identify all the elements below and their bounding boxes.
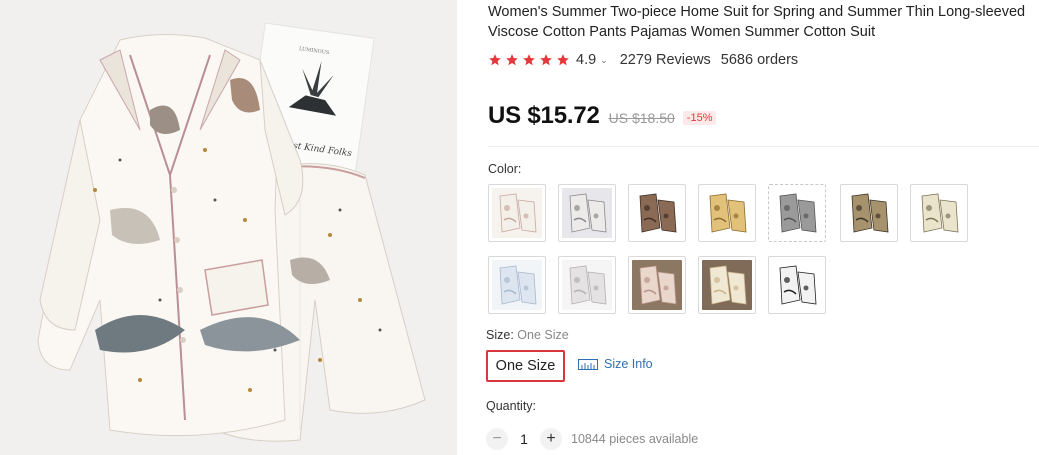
color-swatch-brown-print[interactable]: [628, 184, 686, 242]
size-selected-value: One Size: [517, 328, 569, 342]
swatch-thumbnail: [632, 188, 682, 238]
swatch-thumbnail: [492, 260, 542, 310]
quantity-label: Quantity:: [486, 399, 537, 413]
color-swatch-khaki-print[interactable]: [840, 184, 898, 242]
original-price: US $18.50: [608, 110, 675, 126]
discount-badge: -15%: [682, 111, 717, 125]
color-swatch-gold-print[interactable]: [698, 184, 756, 242]
price-row: US $15.72 US $18.50 -15%: [488, 102, 717, 130]
star-icon: [489, 54, 501, 66]
color-swatch-light-blue[interactable]: [488, 256, 546, 314]
color-swatch-pink-on-brown[interactable]: [628, 256, 686, 314]
chevron-down-icon[interactable]: ⌄: [600, 55, 608, 66]
swatch-thumbnail: [772, 260, 822, 310]
size-info-link[interactable]: Size Info: [578, 357, 653, 371]
swatch-thumbnail: [702, 188, 752, 238]
star-icon: [506, 54, 518, 66]
swatch-thumbnail: [562, 188, 612, 238]
quantity-value[interactable]: 1: [508, 431, 540, 447]
size-label-text: Size:: [486, 328, 514, 342]
quantity-increase-button[interactable]: +: [540, 428, 562, 450]
swatch-thumbnail: [492, 188, 542, 238]
swatch-thumbnail: [632, 260, 682, 310]
swatch-thumbnail: [772, 188, 822, 238]
ruler-icon: [578, 358, 598, 370]
swatch-thumbnail: [914, 188, 964, 238]
size-option-one-size[interactable]: One Size: [486, 350, 565, 382]
rating-stars: [488, 53, 570, 67]
color-swatch-white-floral[interactable]: [488, 184, 546, 242]
color-swatch-cream-print[interactable]: [910, 184, 968, 242]
product-title: Women's Summer Two-piece Home Suit for S…: [488, 4, 1026, 40]
color-swatch-light-grey[interactable]: [558, 256, 616, 314]
star-icon: [540, 54, 552, 66]
size-label: Size: One Size: [486, 328, 569, 342]
orders-count: 5686 orders: [720, 52, 799, 68]
size-info-label[interactable]: Size Info: [604, 357, 653, 371]
star-icon: [523, 54, 535, 66]
quantity-stepper: − 1 + 10844 pieces available: [486, 428, 698, 450]
color-swatch-black-white[interactable]: [768, 256, 826, 314]
rating-row: 4.9 ⌄ 2279 Reviews 5686 orders: [488, 50, 798, 70]
quantity-decrease-button[interactable]: −: [486, 428, 508, 450]
current-price: US $15.72: [488, 102, 600, 129]
swatch-thumbnail: [702, 260, 752, 310]
color-swatch-white-print[interactable]: [558, 184, 616, 242]
swatch-thumbnail: [562, 260, 612, 310]
rating-value[interactable]: 4.9: [576, 52, 596, 68]
color-swatch-grey-print[interactable]: [768, 184, 826, 242]
color-label: Color:: [488, 162, 522, 176]
swatch-thumbnail: [844, 188, 894, 238]
reviews-link[interactable]: 2279 Reviews: [620, 52, 711, 68]
available-stock: 10844 pieces available: [571, 432, 699, 446]
divider: [488, 146, 1039, 147]
star-icon: [557, 54, 569, 66]
color-swatch-cream-on-brown[interactable]: [698, 256, 756, 314]
product-main-image[interactable]: LUMINOUS Most Kind Folks: [0, 0, 457, 455]
